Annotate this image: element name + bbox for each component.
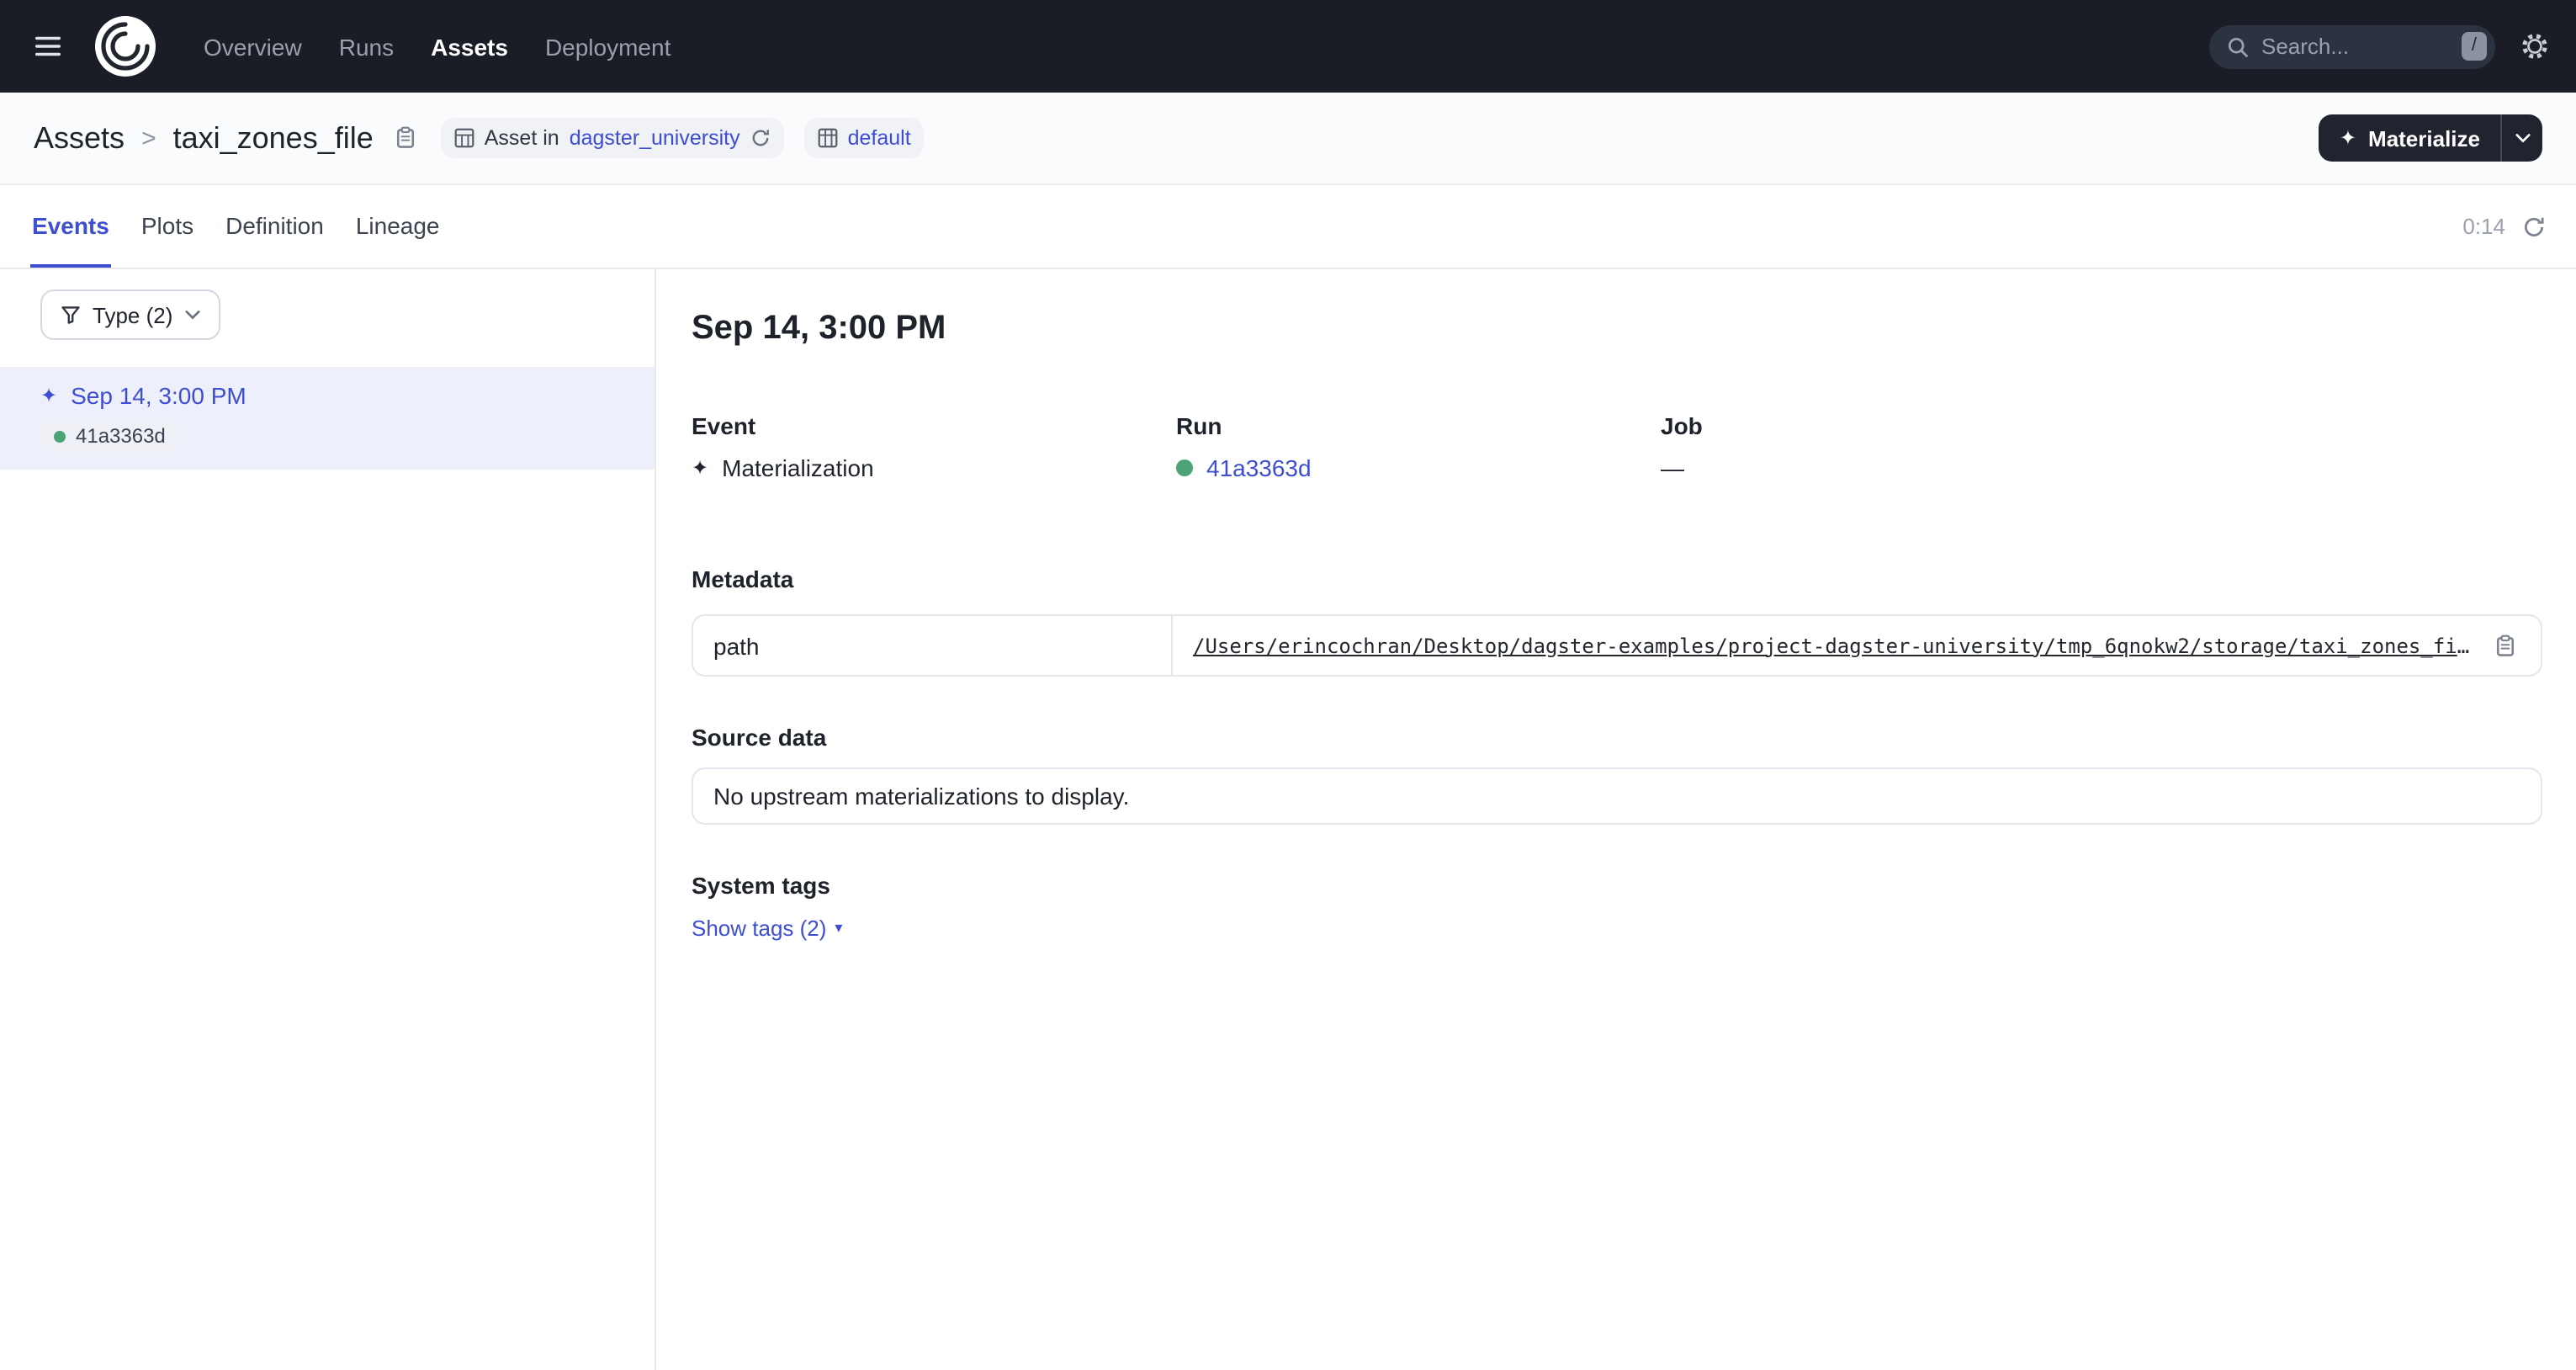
event-list-item[interactable]: ✦ Sep 14, 3:00 PM 41a3363d — [0, 367, 655, 470]
table-icon — [454, 128, 474, 148]
clipboard-icon — [2494, 634, 2517, 657]
asset-group-link[interactable]: dagster_university — [570, 126, 740, 150]
nav-assets[interactable]: Assets — [431, 33, 508, 60]
asset-tabs: Events Plots Definition Lineage — [30, 185, 442, 268]
partition-default-tag: default — [804, 118, 925, 158]
nav-overview[interactable]: Overview — [204, 33, 302, 60]
materialize-split-button: ✦ Materialize — [2319, 114, 2542, 162]
refresh-area: 0:14 — [2462, 185, 2546, 268]
caret-down-icon: ▾ — [835, 921, 842, 936]
metadata-path-link[interactable]: /Users/erincochran/Desktop/dagster-examp… — [1193, 634, 2473, 657]
global-search[interactable]: / — [2209, 24, 2495, 68]
run-value: 41a3363d — [1176, 454, 1661, 481]
top-nav-bar: Overview Runs Assets Deployment / — [0, 0, 2576, 93]
filter-row: Type (2) — [0, 269, 655, 340]
chevron-down-icon — [184, 310, 199, 320]
partition-default-link[interactable]: default — [848, 126, 911, 150]
asset-header: Assets > taxi_zones_file Asset in dagste… — [0, 93, 2576, 185]
event-detail-panel: Sep 14, 3:00 PM Event ✦ Materialization … — [656, 269, 2576, 1370]
copy-asset-name-button[interactable] — [390, 123, 421, 153]
breadcrumb-current-asset: taxi_zones_file — [173, 120, 374, 156]
settings-gear-icon[interactable] — [2520, 32, 2549, 61]
asset-group-prefix: Asset in — [485, 126, 559, 150]
run-status-dot — [54, 430, 66, 442]
hamburger-icon — [31, 30, 63, 62]
clipboard-icon — [394, 126, 417, 150]
materialization-icon: ✦ — [692, 456, 708, 480]
tab-events[interactable]: Events — [30, 185, 111, 268]
job-label: Job — [1661, 412, 2542, 439]
source-data-heading: Source data — [692, 724, 2542, 751]
tab-lineage[interactable]: Lineage — [354, 185, 442, 268]
search-shortcut-hint: / — [2462, 32, 2487, 61]
metadata-row: path /Users/erincochran/Desktop/dagster-… — [693, 616, 2541, 675]
nav-deployment[interactable]: Deployment — [545, 33, 671, 60]
materialize-sparkle-icon: ✦ — [2340, 126, 2356, 150]
materialize-label: Materialize — [2368, 125, 2480, 151]
type-filter-button[interactable]: Type (2) — [40, 289, 220, 340]
run-id-label: 41a3363d — [76, 424, 166, 448]
grid-icon — [818, 128, 838, 148]
search-input[interactable] — [2261, 34, 2450, 59]
nav-runs[interactable]: Runs — [339, 33, 394, 60]
job-column: Job — — [1661, 412, 2542, 481]
refresh-countdown: 0:14 — [2462, 214, 2505, 239]
run-status-dot — [1176, 459, 1193, 476]
app-root: Overview Runs Assets Deployment / Assets… — [0, 0, 2576, 1370]
dagster-logo[interactable] — [94, 15, 156, 77]
asset-group-tag: Asset in dagster_university — [441, 118, 784, 158]
content-area: Type (2) ✦ Sep 14, 3:00 PM 41a3363d — [0, 269, 2576, 1370]
metadata-heading: Metadata — [692, 566, 2542, 592]
reload-definitions-icon[interactable] — [750, 128, 771, 148]
run-link[interactable]: 41a3363d — [1206, 454, 1312, 481]
refresh-icon[interactable] — [2522, 215, 2546, 238]
tab-definition[interactable]: Definition — [224, 185, 326, 268]
copy-path-button[interactable] — [2490, 630, 2520, 661]
event-value: ✦ Materialization — [692, 454, 1176, 481]
run-column: Run 41a3363d — [1176, 412, 1661, 481]
show-tags-label: Show tags (2) — [692, 916, 826, 941]
breadcrumb-assets-link[interactable]: Assets — [34, 120, 125, 156]
event-column: Event ✦ Materialization — [692, 412, 1176, 481]
metadata-value-cell: /Users/erincochran/Desktop/dagster-examp… — [1173, 616, 2541, 675]
run-label: Run — [1176, 412, 1661, 439]
breadcrumb: Assets > taxi_zones_file — [34, 120, 421, 156]
primary-nav: Overview Runs Assets Deployment — [204, 33, 671, 60]
event-title: Sep 14, 3:00 PM — [692, 310, 2542, 348]
events-sidebar: Type (2) ✦ Sep 14, 3:00 PM 41a3363d — [0, 269, 656, 1370]
event-timestamp-row: ✦ Sep 14, 3:00 PM — [40, 382, 628, 409]
job-value: — — [1661, 454, 2542, 481]
event-label: Event — [692, 412, 1176, 439]
show-tags-toggle[interactable]: Show tags (2) ▾ — [692, 916, 842, 941]
search-icon — [2226, 35, 2250, 58]
event-timestamp: Sep 14, 3:00 PM — [71, 382, 246, 409]
tab-plots[interactable]: Plots — [140, 185, 195, 268]
event-info-grid: Event ✦ Materialization Run 41a3363d Job — [692, 412, 2542, 481]
dagster-logo-icon — [94, 15, 156, 77]
metadata-key: path — [693, 616, 1173, 675]
materialization-icon: ✦ — [40, 384, 57, 407]
materialize-dropdown-button[interactable] — [2500, 114, 2542, 162]
materialize-button[interactable]: ✦ Materialize — [2319, 114, 2500, 162]
event-list: ✦ Sep 14, 3:00 PM 41a3363d — [0, 367, 655, 470]
system-tags-heading: System tags — [692, 872, 2542, 899]
filter-funnel-icon — [61, 305, 81, 325]
run-id-tag[interactable]: 41a3363d — [40, 419, 179, 453]
menu-button[interactable] — [17, 16, 77, 77]
event-type-text: Materialization — [722, 454, 874, 481]
asset-tabs-row: Events Plots Definition Lineage 0:14 — [0, 185, 2576, 269]
source-data-empty-message: No upstream materializations to display. — [692, 767, 2542, 825]
type-filter-label: Type (2) — [93, 302, 172, 327]
breadcrumb-separator: > — [141, 124, 156, 152]
metadata-table: path /Users/erincochran/Desktop/dagster-… — [692, 614, 2542, 677]
topbar-right: / — [2209, 24, 2549, 68]
chevron-down-icon — [2515, 133, 2530, 143]
